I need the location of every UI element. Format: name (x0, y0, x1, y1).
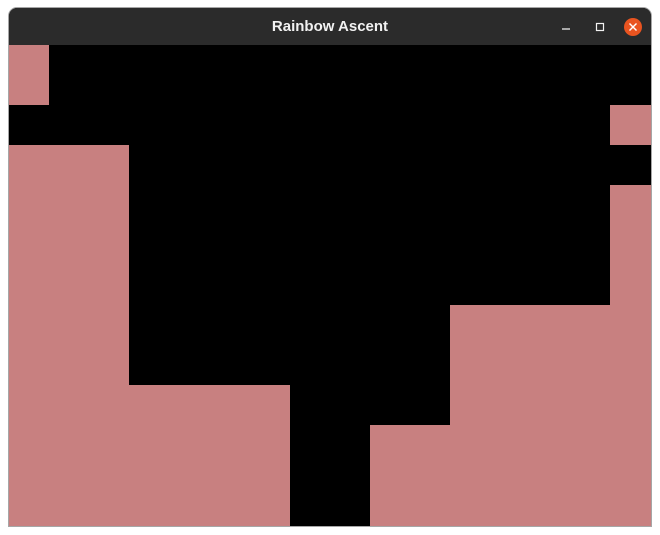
title-bar[interactable]: Rainbow Ascent (9, 8, 651, 45)
close-button[interactable] (624, 17, 642, 36)
minimize-icon (562, 27, 570, 30)
game-canvas[interactable] (9, 45, 651, 526)
terrain-step-right-lower (370, 425, 450, 526)
window-controls (554, 8, 642, 45)
minimize-button[interactable] (554, 15, 578, 39)
terrain-block-top-left (9, 45, 49, 105)
terrain-column-left (9, 145, 129, 526)
terrain-column-right (610, 185, 651, 526)
close-icon (629, 22, 637, 31)
maximize-button[interactable] (588, 15, 612, 39)
terrain-block-right-ledge (610, 105, 651, 145)
terrain-step-left-lower (129, 385, 290, 526)
terrain-step-right-upper (450, 305, 610, 526)
app-window: Rainbow Ascent (9, 8, 651, 526)
maximize-icon (595, 22, 605, 31)
